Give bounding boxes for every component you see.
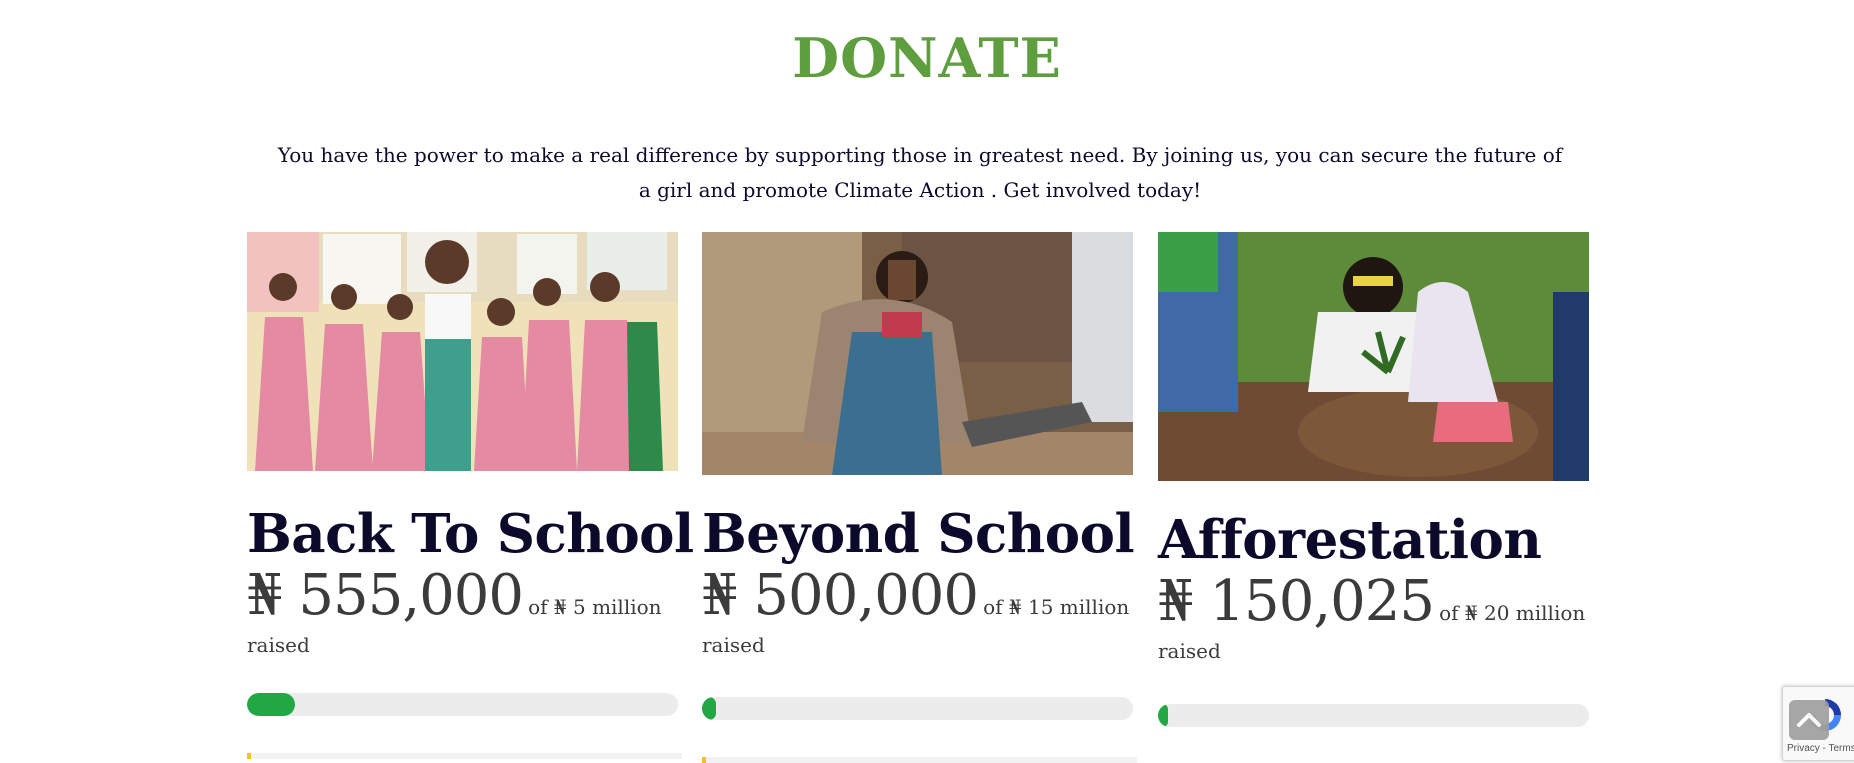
scroll-to-top-button[interactable]	[1789, 700, 1829, 740]
page-title: DONATE	[792, 26, 1062, 90]
progress-bar	[247, 693, 678, 716]
campaign-card-beyond-school: Beyond School ₦ 500,000 of ₦ 15 million …	[702, 232, 1137, 763]
raised-label: raised	[247, 633, 310, 657]
progress-bar	[702, 697, 1133, 720]
raised-label: raised	[702, 633, 765, 657]
goal-amount: of ₦ 15 million	[983, 595, 1130, 619]
girl-woodworking-photo	[702, 232, 1133, 475]
raised-amount: ₦ 500,000	[702, 563, 979, 628]
raised-amount: ₦ 555,000	[247, 563, 524, 628]
raised-amount: ₦ 150,025	[1158, 569, 1435, 634]
raised-label: raised	[1158, 639, 1221, 663]
campaign-image[interactable]	[247, 232, 678, 471]
campaign-card-back-to-school: Back To School ₦ 555,000 of ₦ 5 million …	[247, 232, 694, 759]
progress-fill	[702, 697, 717, 720]
campaign-image[interactable]	[702, 232, 1133, 475]
campaign-card-afforestation: Afforestation ₦ 150,025 of ₦ 20 million …	[1158, 232, 1590, 727]
girls-in-pink-uniforms-photo	[247, 232, 678, 471]
goal-amount: of ₦ 20 million	[1439, 601, 1586, 625]
campaign-title[interactable]: Afforestation	[1158, 509, 1590, 571]
progress-fill	[1158, 704, 1168, 727]
tree-planting-photo	[1158, 232, 1589, 481]
recaptcha-links[interactable]: Privacy - Terms	[1787, 743, 1854, 754]
campaign-image[interactable]	[1158, 232, 1589, 481]
secondary-bar	[702, 757, 1137, 763]
goal-amount: of ₦ 5 million	[528, 595, 662, 619]
chevron-up-icon	[1797, 713, 1821, 727]
secondary-bar	[247, 753, 682, 759]
campaign-title[interactable]: Back To School	[247, 503, 694, 565]
campaign-title[interactable]: Beyond School	[702, 503, 1135, 565]
intro-text: You have the power to make a real differ…	[277, 143, 1563, 202]
progress-fill	[247, 693, 295, 716]
progress-bar	[1158, 704, 1589, 727]
